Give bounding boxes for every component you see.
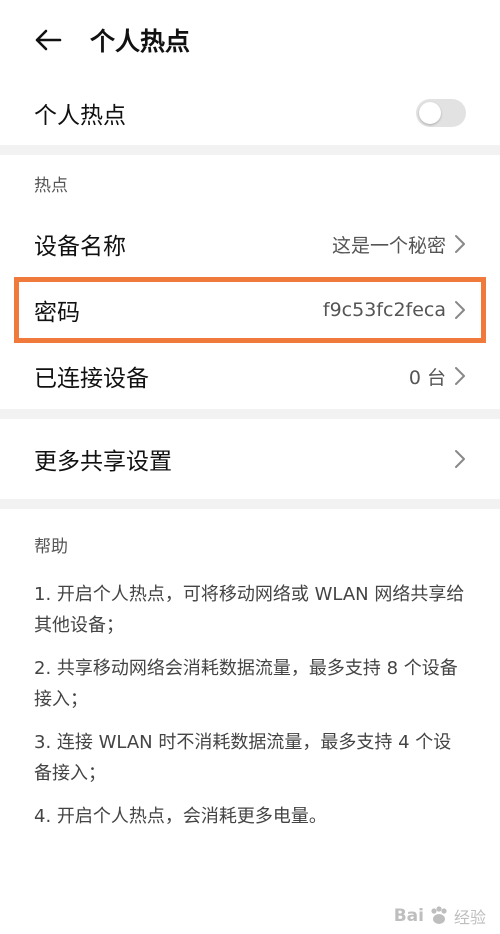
hotspot-toggle-switch[interactable] [416, 98, 466, 127]
section-divider [0, 409, 500, 419]
connected-devices-value: 0 台 [408, 366, 446, 389]
section-title-hotspot: 热点 [34, 175, 68, 196]
help-item: 1. 开启个人热点，可将移动网络或 WLAN 网络共享给其他设备； [34, 584, 465, 636]
connected-devices-label: 已连接设备 [34, 366, 149, 392]
help-item: 4. 开启个人热点，会消耗更多电量。 [34, 806, 327, 827]
baidu-jingyan-watermark: Bai 经验 [394, 904, 486, 928]
more-sharing-settings-label: 更多共享设置 [34, 449, 172, 475]
password-value: f9c53fc2feca [322, 299, 446, 321]
device-name-row[interactable]: 设备名称 这是一个秘密 [0, 211, 500, 277]
more-sharing-settings-row[interactable]: 更多共享设置 [0, 419, 500, 499]
connected-devices-row[interactable]: 已连接设备 0 台 [0, 343, 500, 409]
top-bar: 个人热点 [0, 0, 500, 80]
watermark-logo-text: Bai [393, 906, 424, 926]
section-divider [0, 499, 500, 509]
chevron-right-icon [454, 449, 466, 469]
password-label: 密码 [34, 300, 80, 326]
help-item: 2. 共享移动网络会消耗数据流量，最多支持 8 个设备接入； [34, 658, 458, 710]
chevron-right-icon [454, 366, 466, 386]
device-name-label: 设备名称 [34, 234, 126, 260]
paw-icon [428, 905, 450, 927]
help-title: 帮助 [34, 536, 68, 557]
chevron-right-icon [454, 300, 466, 320]
toggle-knob [419, 101, 441, 124]
watermark-text: 经验 [453, 908, 486, 927]
section-divider [0, 145, 500, 155]
help-list: 1. 开启个人热点，可将移动网络或 WLAN 网络共享给其他设备； 2. 共享移… [0, 579, 500, 832]
device-name-value: 这是一个秘密 [331, 234, 446, 257]
hotspot-toggle-row[interactable]: 个人热点 [0, 80, 500, 145]
page-title: 个人热点 [90, 27, 191, 56]
chevron-right-icon [454, 234, 466, 254]
help-item: 3. 连接 WLAN 时不消耗数据流量，最多支持 4 个设备接入； [34, 732, 452, 784]
password-row[interactable]: 密码 f9c53fc2feca [14, 277, 486, 343]
hotspot-toggle-label: 个人热点 [34, 102, 126, 129]
back-arrow-icon[interactable] [34, 25, 64, 55]
